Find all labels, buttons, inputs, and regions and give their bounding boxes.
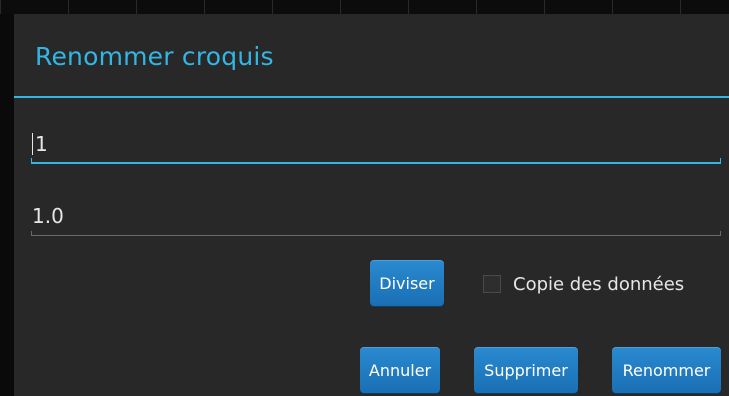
delete-button[interactable]: Supprimer <box>474 347 578 393</box>
field-tick-right <box>720 158 721 164</box>
copy-data-label: Copie des données <box>513 273 685 295</box>
dialog-title: Renommer croquis <box>35 42 274 71</box>
copy-data-checkbox[interactable] <box>483 275 501 293</box>
rename-button[interactable]: Renommer <box>612 347 721 393</box>
sketch-name-text: 1 <box>35 132 48 156</box>
sketch-version-value: 1.0 <box>32 204 64 228</box>
field-underline <box>31 162 721 164</box>
rename-sketch-dialog: Renommer croquis 1 1.0 Diviser Copie des… <box>14 14 729 396</box>
cancel-button[interactable]: Annuler <box>360 347 440 393</box>
field-tick-left <box>31 158 32 164</box>
field-tick-right <box>720 231 721 236</box>
field-tick-left <box>31 231 32 236</box>
screen: Renommer croquis 1 1.0 Diviser Copie des… <box>0 0 729 396</box>
sketch-name-value: 1 <box>32 132 48 156</box>
text-cursor <box>32 133 33 155</box>
split-button[interactable]: Diviser <box>370 260 444 306</box>
sketch-version-field[interactable]: 1.0 <box>31 200 721 236</box>
title-divider <box>14 96 729 98</box>
copy-data-option[interactable]: Copie des données <box>483 272 684 296</box>
sketch-name-field[interactable]: 1 <box>31 128 721 164</box>
field-underline <box>31 235 721 236</box>
background <box>0 0 729 14</box>
